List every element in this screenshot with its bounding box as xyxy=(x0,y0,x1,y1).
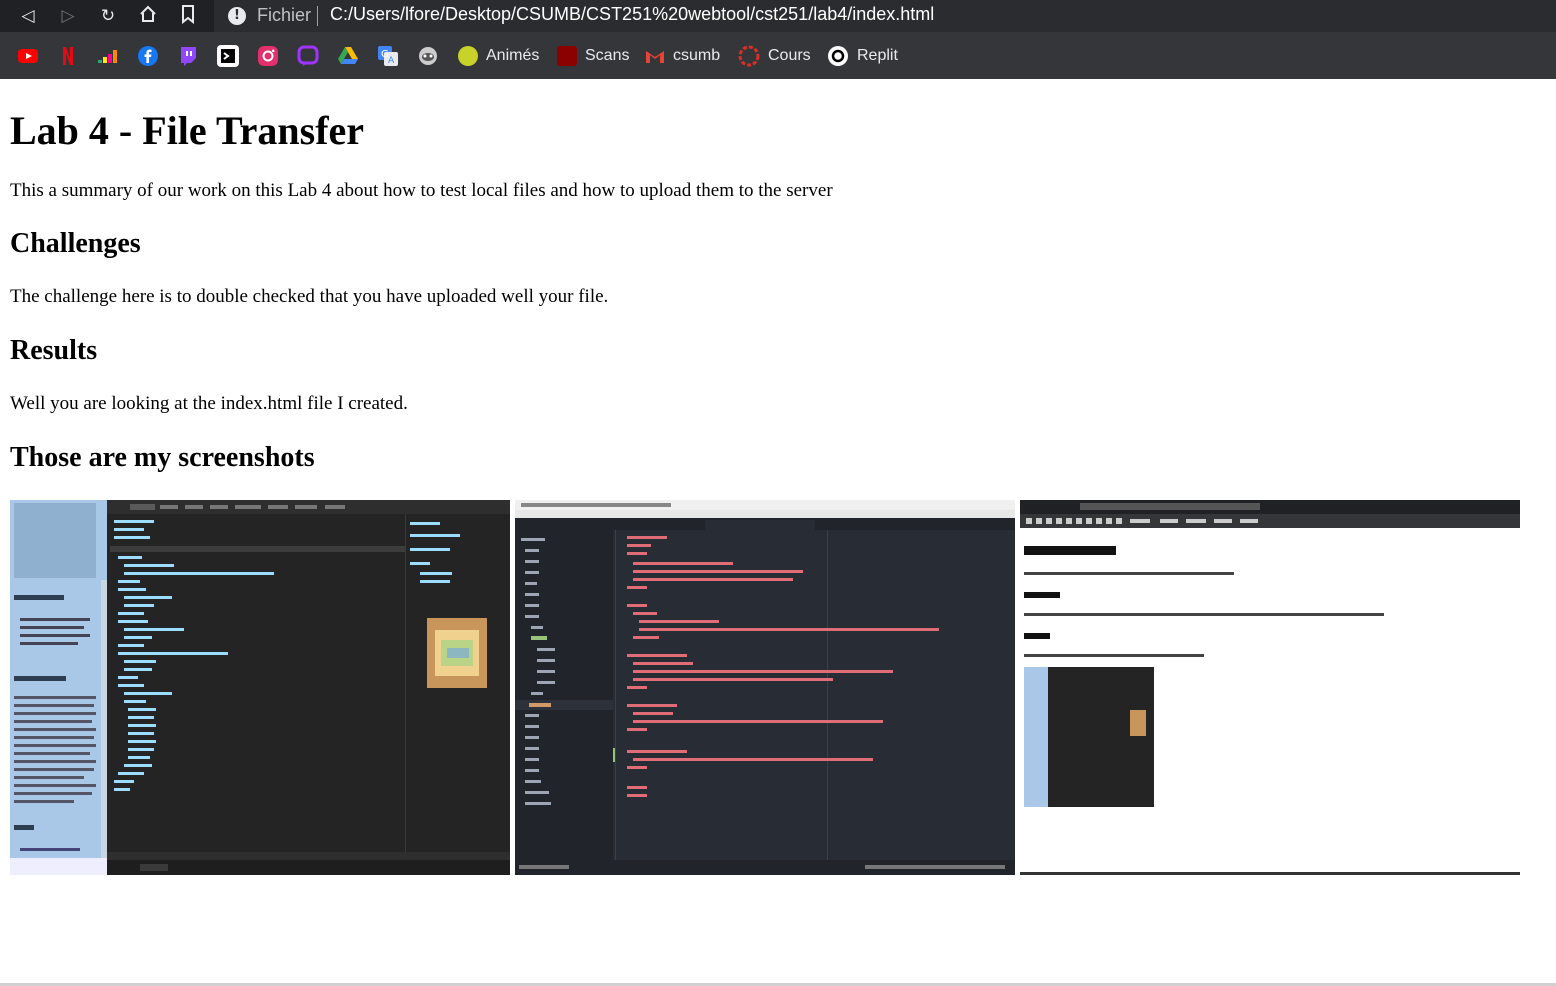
bookmark-csumb-label: csumb xyxy=(673,47,721,64)
reload-icon[interactable]: ↻ xyxy=(96,4,120,28)
home-icon[interactable] xyxy=(136,4,160,28)
info-icon[interactable]: ! xyxy=(228,7,246,25)
challenges-text: The challenge here is to double checked … xyxy=(10,286,609,307)
bookmarks-bar: GA Animés Scans csumb Cours Replit xyxy=(0,32,1556,79)
screenshot-lab3-page[interactable] xyxy=(1020,500,1520,875)
replit-icon xyxy=(828,46,848,66)
page-title: Lab 4 - File Transfer xyxy=(10,108,365,153)
twitch-icon[interactable] xyxy=(177,45,199,67)
google-translate-icon[interactable]: GA xyxy=(377,45,399,67)
bookmark-replit[interactable]: Replit xyxy=(827,45,898,67)
bookmark-scans[interactable]: Scans xyxy=(557,45,629,67)
back-icon[interactable]: ◁ xyxy=(16,4,40,28)
app-icon-2[interactable] xyxy=(417,45,439,67)
url-text[interactable]: C:/Users/lfore/Desktop/CSUMB/CST251%20we… xyxy=(330,4,934,25)
challenges-heading: Challenges xyxy=(10,228,141,259)
intro-text: This a summary of our work on this Lab 4… xyxy=(10,180,833,201)
netflix-icon[interactable] xyxy=(57,45,79,67)
screenshots-heading: Those are my screenshots xyxy=(10,442,315,473)
svg-text:A: A xyxy=(388,56,395,66)
scans-icon xyxy=(557,46,577,66)
cours-icon xyxy=(738,45,760,67)
bookmark-animes[interactable]: Animés xyxy=(458,45,539,67)
bookmark-scans-label: Scans xyxy=(585,47,630,64)
messenger-icon[interactable] xyxy=(297,45,319,67)
results-heading: Results xyxy=(10,335,98,366)
browser-toolbar: ◁ ▷ ↻ ! Fichier C:/Users/lfore/Desktop/C… xyxy=(0,0,1556,32)
app-icon[interactable] xyxy=(217,45,239,67)
forward-icon[interactable]: ▷ xyxy=(56,4,80,28)
gmail-icon xyxy=(646,51,664,63)
screenshot-devtools[interactable] xyxy=(10,500,510,875)
bookmark-replit-label: Replit xyxy=(857,47,898,64)
address-separator xyxy=(317,6,318,26)
animes-icon xyxy=(458,46,478,66)
bookmark-cours[interactable]: Cours xyxy=(738,45,811,67)
facebook-icon[interactable] xyxy=(137,45,159,67)
results-text: Well you are looking at the index.html f… xyxy=(10,393,408,414)
bookmark-animes-label: Animés xyxy=(486,47,540,64)
bookmark-icon[interactable] xyxy=(176,4,200,28)
address-label: Fichier xyxy=(257,5,312,25)
bookmark-cours-label: Cours xyxy=(768,47,811,64)
youtube-icon[interactable] xyxy=(17,45,39,67)
address-bar[interactable]: ! Fichier C:/Users/lfore/Desktop/CSUMB/C… xyxy=(214,0,1556,32)
screenshot-editor[interactable] xyxy=(515,500,1015,875)
instagram-icon[interactable] xyxy=(257,45,279,67)
bookmark-csumb[interactable]: csumb xyxy=(645,45,720,67)
deezer-icon[interactable] xyxy=(97,45,119,67)
google-drive-icon[interactable] xyxy=(337,45,359,67)
